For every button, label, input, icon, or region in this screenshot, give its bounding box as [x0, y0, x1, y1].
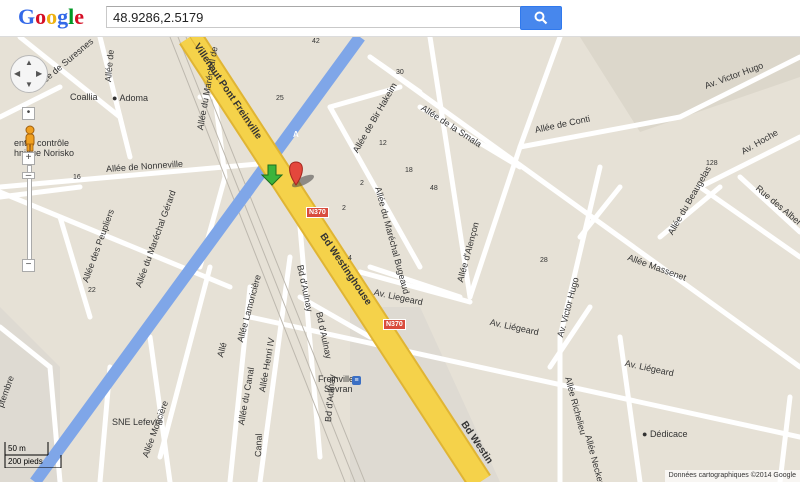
road [697, 184, 800, 260]
logo-letter: g [57, 4, 69, 29]
poi-label: Sevran [324, 384, 353, 394]
house-number: 22 [88, 287, 96, 294]
road [297, 224, 323, 460]
poi-label: Coallia [70, 92, 98, 102]
logo-letter: G [18, 4, 36, 29]
poi-label: Adoma [119, 93, 148, 103]
street-label: Canal [253, 433, 264, 458]
canal [30, 37, 365, 482]
scale-bar: 50 m 200 pieds [4, 442, 62, 468]
house-number: 18 [405, 167, 413, 174]
map-attribution[interactable]: Données cartographiques ©2014 Google [664, 470, 800, 482]
land-block [580, 37, 800, 132]
house-number: 2 [360, 180, 364, 187]
train-station-icon[interactable]: ≡ [352, 376, 361, 385]
house-number: 2 [342, 205, 346, 212]
search-input[interactable] [106, 6, 530, 28]
map-view[interactable]: Villenaut Pont Freinville Bd Westinghous… [0, 37, 800, 482]
location-marker[interactable] [289, 161, 316, 190]
zoom-in-button[interactable]: + [22, 152, 35, 165]
search-icon [534, 11, 548, 25]
poi-label: SNE Lefevre [112, 417, 164, 427]
pan-down-icon[interactable]: ▼ [25, 81, 33, 89]
logo-letter: o [35, 4, 47, 29]
house-number: 16 [73, 174, 81, 181]
zoom-reset-button[interactable]: • [22, 107, 35, 120]
logo-letter: e [74, 4, 85, 29]
house-number: 42 [312, 38, 320, 45]
route-shield: N370 [306, 207, 329, 218]
zoom-out-button[interactable]: − [22, 259, 35, 272]
house-number: 12 [379, 140, 387, 147]
logo-letter: o [46, 4, 58, 29]
marker-label: A [293, 130, 299, 139]
scale-imperial: 200 pieds [8, 457, 43, 466]
scale-metric: 50 m [8, 444, 26, 453]
road [0, 189, 233, 290]
poi-label: Freinville [318, 374, 355, 384]
pan-up-icon[interactable]: ▲ [25, 59, 33, 67]
zoom-slider-thumb[interactable]: – [22, 171, 35, 181]
route-shield: N370 [383, 319, 406, 330]
poi-dot-icon: ● [642, 429, 650, 439]
poi-label: Dédicace [649, 429, 688, 439]
house-number: 128 [706, 160, 718, 167]
house-number: 30 [396, 69, 404, 76]
house-number: 28 [540, 257, 548, 264]
poi-adoma: ● Adoma [112, 93, 148, 103]
house-number: 4 [348, 255, 352, 262]
top-bar: Google [0, 0, 800, 37]
pan-control[interactable]: ▲ ▼ ◀ ▶ [10, 55, 48, 93]
house-number: 48 [430, 185, 438, 192]
google-logo[interactable]: Google [18, 4, 84, 30]
pan-right-icon[interactable]: ▶ [36, 70, 42, 78]
search-button[interactable] [520, 6, 562, 30]
poi-dedicace: ● Dédicace [642, 429, 687, 439]
house-number: 25 [276, 95, 284, 102]
pan-left-icon[interactable]: ◀ [14, 70, 20, 78]
